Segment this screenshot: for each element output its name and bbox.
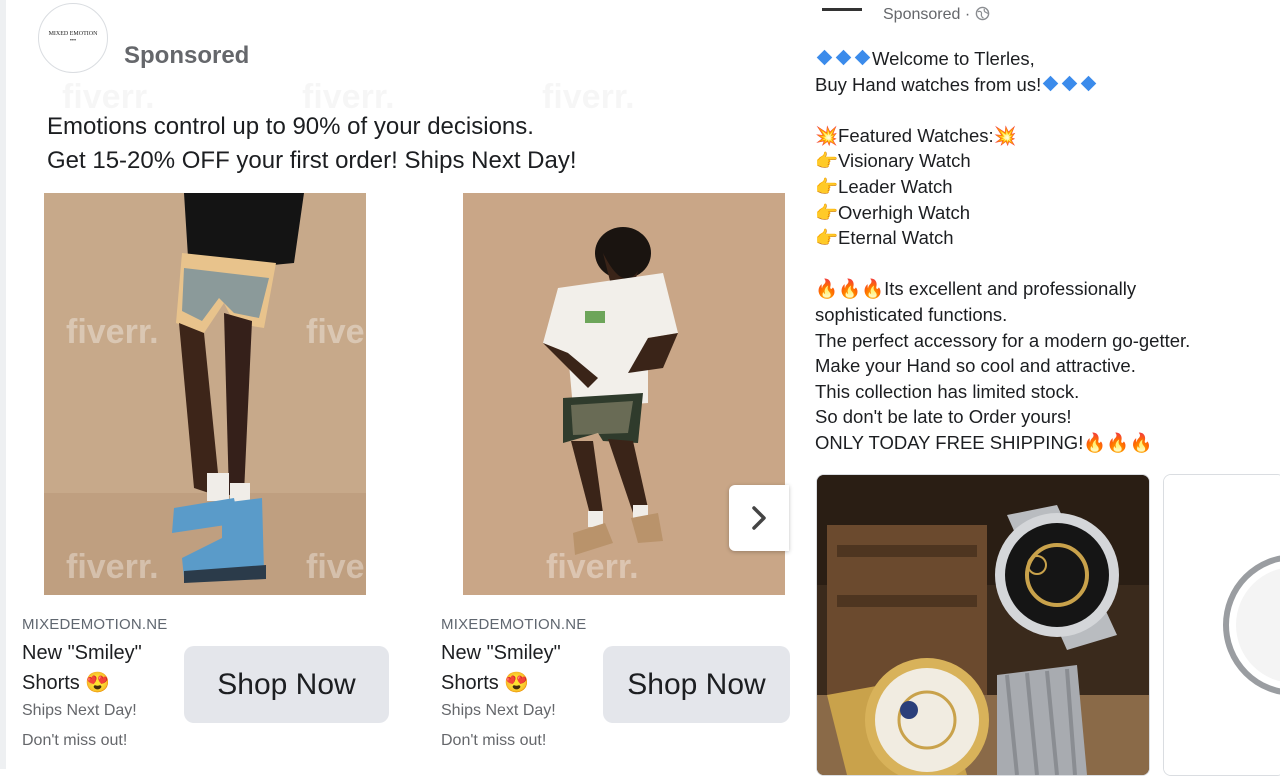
watch-carousel-card[interactable] xyxy=(1163,474,1280,776)
carousel-next-button[interactable] xyxy=(729,485,789,551)
post-line-text: ONLY TODAY FREE SHIPPING! xyxy=(815,431,1084,453)
headline-line: Shorts 😍 xyxy=(441,672,530,694)
post-line-text: The perfect accessory for a modern go-ge… xyxy=(815,329,1191,351)
diamond-icon xyxy=(1042,75,1059,91)
description-line: Ships Next Day! xyxy=(441,702,556,719)
ad-primary-text: Emotions control up to 90% of your decis… xyxy=(47,110,577,178)
page-edge xyxy=(0,0,6,769)
product-image-shorts[interactable]: fiverr. fiverr. fiverr. fiverr. xyxy=(44,193,366,595)
headline-line: Shorts 😍 xyxy=(22,672,111,694)
sparkle-icon: 💥 xyxy=(815,124,839,146)
post-line-text: Its excellent and professionally xyxy=(884,278,1137,300)
card-description: Ships Next Day! Don't miss out! xyxy=(441,696,556,756)
shop-now-button[interactable]: Shop Now xyxy=(184,646,389,723)
description-line: Don't miss out! xyxy=(22,732,128,749)
watch-product-image xyxy=(1164,475,1280,775)
advertiser-logo: MIXED EMOTION ••• xyxy=(48,31,98,44)
post-line: This collection has limited stock. xyxy=(815,379,1255,405)
advertiser-logo[interactable] xyxy=(818,0,866,11)
post-line: 👉Eternal Watch xyxy=(815,225,1255,251)
post-line: 👉Overhigh Watch xyxy=(815,200,1255,226)
post-line: 👉Visionary Watch xyxy=(815,148,1255,174)
globe-icon xyxy=(975,6,989,21)
advertiser-avatar[interactable]: MIXED EMOTION ••• xyxy=(38,3,108,73)
post-line-blank xyxy=(815,251,1255,277)
watermark: fiverr. xyxy=(66,548,159,586)
sponsored-text: Sponsored · xyxy=(883,6,975,23)
chevron-right-icon xyxy=(752,506,766,530)
card-domain: MIXEDEMOTION.NE xyxy=(22,616,168,633)
card-headline: New "Smiley" Shorts 😍 xyxy=(441,638,561,698)
post-line-blank xyxy=(815,97,1255,123)
post-line-text: Visionary Watch xyxy=(838,150,971,172)
headline-line: New "Smiley" xyxy=(22,642,142,664)
post-line: 🔥🔥🔥Its excellent and professionally xyxy=(815,276,1255,302)
post-line: sophisticated functions. xyxy=(815,302,1255,328)
carousel-card[interactable]: fiverr. fiverr. fiverr. fiverr. MIXEDEMO… xyxy=(22,193,404,768)
post-line-text: Leader Watch xyxy=(838,175,953,197)
diamond-icon xyxy=(1061,75,1078,91)
post-line: ONLY TODAY FREE SHIPPING!🔥🔥🔥 xyxy=(815,430,1255,456)
sparkle-icon: 💥 xyxy=(993,124,1017,146)
post-line: Welcome to Tlerles, xyxy=(815,46,1255,72)
description-line: Don't miss out! xyxy=(441,732,547,749)
post-line-text: sophisticated functions. xyxy=(815,303,1008,325)
watch-carousel-card[interactable] xyxy=(816,474,1150,776)
watermark: fiverr. xyxy=(306,548,366,586)
sponsored-label: Sponsored xyxy=(124,42,250,69)
fire-icon: 🔥 xyxy=(838,278,862,300)
fire-icon: 🔥 xyxy=(1083,431,1107,453)
post-line-text: Buy Hand watches from us! xyxy=(815,73,1042,95)
primary-text-line: Emotions control up to 90% of your decis… xyxy=(47,113,534,140)
post-line-text: Eternal Watch xyxy=(838,227,954,249)
watch-product-image xyxy=(817,475,1149,775)
fire-icon: 🔥 xyxy=(861,278,885,300)
pointing-hand-icon: 👉 xyxy=(815,150,839,172)
post-line-text: Make your Hand so cool and attractive. xyxy=(815,355,1136,377)
carousel-card[interactable]: fiverr. MIXEDEMOTION.NE New "Smiley" Sho… xyxy=(441,193,823,768)
post-body-text: Welcome to Tlerles, Buy Hand watches fro… xyxy=(815,46,1255,456)
post-line-text: This collection has limited stock. xyxy=(815,380,1080,402)
post-line: So don't be late to Order yours! xyxy=(815,404,1255,430)
pointing-hand-icon: 👉 xyxy=(815,175,839,197)
post-line-text: Welcome to Tlerles, xyxy=(872,48,1035,69)
post-line-text: Featured Watches: xyxy=(838,124,994,146)
diamond-icon xyxy=(835,49,852,66)
headline-line: New "Smiley" xyxy=(441,642,561,664)
watermark: fiverr. xyxy=(66,313,159,351)
diamond-icon xyxy=(854,49,871,66)
diamond-icon xyxy=(1080,75,1097,91)
post-line-text: So don't be late to Order yours! xyxy=(815,406,1072,428)
sponsored-label: Sponsored · xyxy=(883,6,990,24)
post-line: The perfect accessory for a modern go-ge… xyxy=(815,328,1255,354)
card-headline: New "Smiley" Shorts 😍 xyxy=(22,638,142,698)
fire-icon: 🔥 xyxy=(1106,431,1130,453)
fire-icon: 🔥 xyxy=(1129,431,1153,453)
fire-icon: 🔥 xyxy=(815,278,839,300)
shop-now-button[interactable]: Shop Now xyxy=(603,646,790,723)
watermark: fiverr. xyxy=(306,313,366,351)
post-line: Buy Hand watches from us! xyxy=(815,72,1255,98)
post-line: 👉Leader Watch xyxy=(815,174,1255,200)
diamond-icon xyxy=(816,49,833,66)
pointing-hand-icon: 👉 xyxy=(815,201,839,223)
pointing-hand-icon: 👉 xyxy=(815,227,839,249)
post-line-text: Overhigh Watch xyxy=(838,201,970,223)
card-description: Ships Next Day! Don't miss out! xyxy=(22,696,137,756)
watermark: fiverr. xyxy=(546,548,639,586)
primary-text-line: Get 15-20% OFF your first order! Ships N… xyxy=(47,147,577,174)
post-line: Make your Hand so cool and attractive. xyxy=(815,353,1255,379)
card-domain: MIXEDEMOTION.NE xyxy=(441,616,587,633)
description-line: Ships Next Day! xyxy=(22,702,137,719)
post-line: 💥Featured Watches:💥 xyxy=(815,123,1255,149)
